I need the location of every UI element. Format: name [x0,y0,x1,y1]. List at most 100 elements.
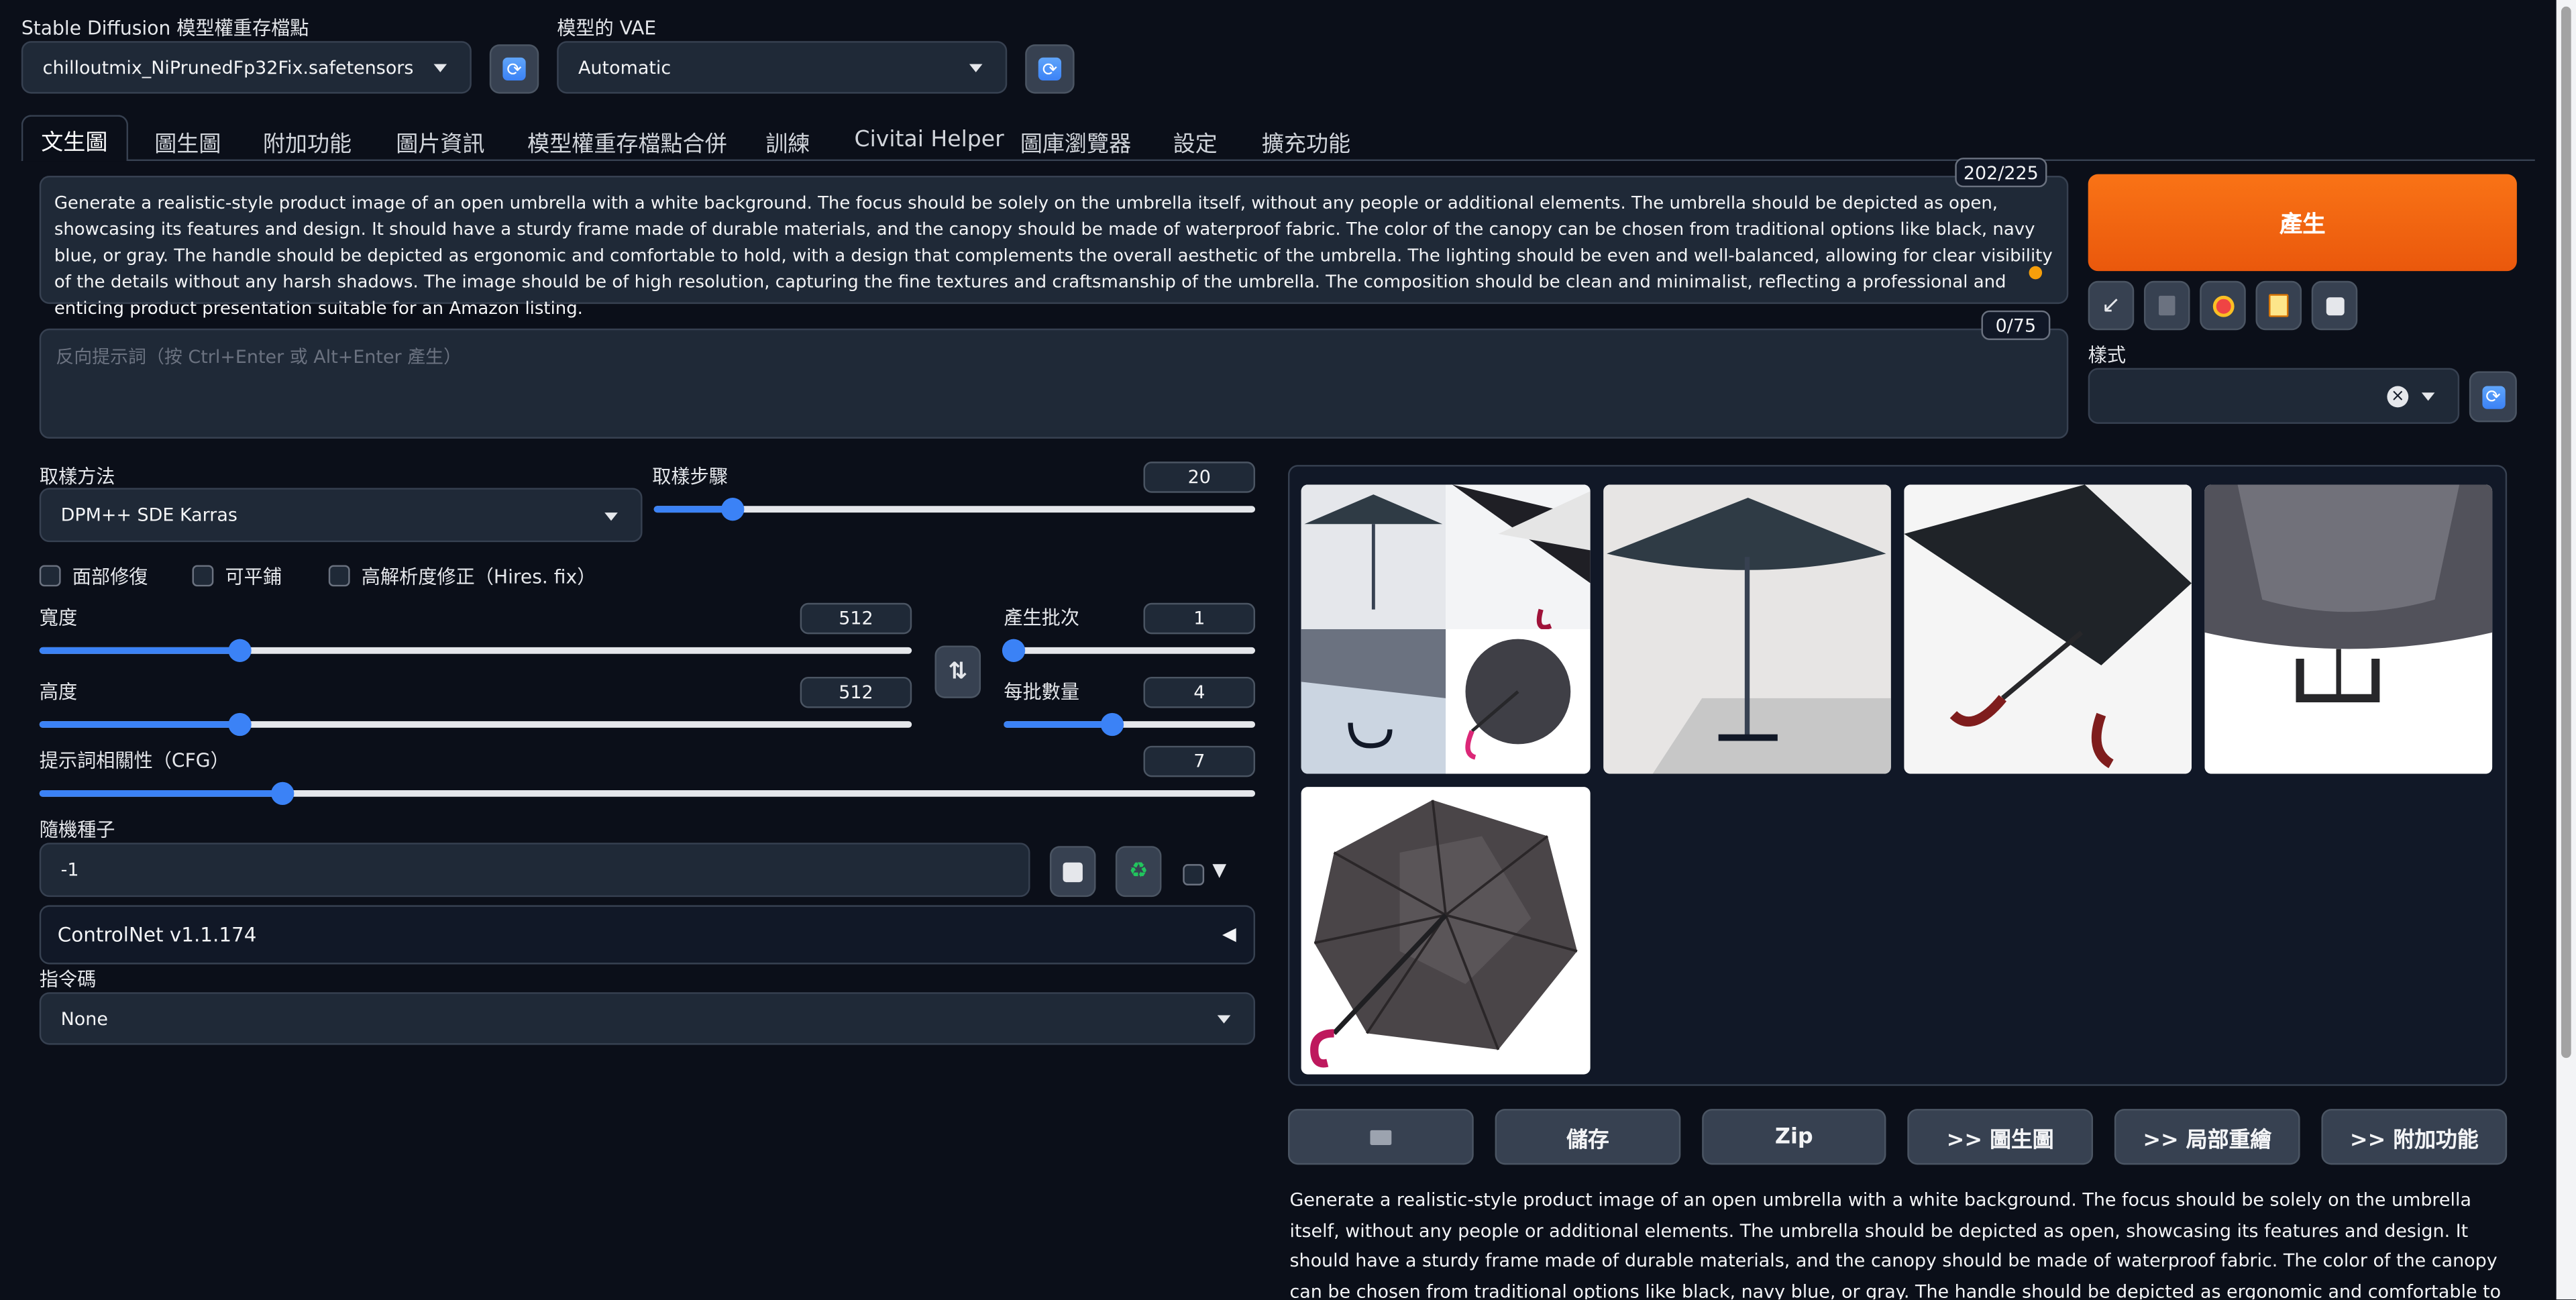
chevron-down-icon [2421,392,2435,401]
cfg-slider[interactable] [39,781,1256,806]
vae-select[interactable]: Automatic [557,41,1008,94]
umbrella-underside-picture [1310,800,1578,1068]
tab-civitai-helper[interactable]: Civitai Helper [854,127,1004,153]
tab-txt2img[interactable]: 文生圖 [21,115,127,162]
refresh-icon: ⟳ [2481,385,2505,409]
folder-icon [1370,1129,1392,1144]
tab-png-info[interactable]: 圖片資訊 [396,125,484,158]
restore-faces-checkbox[interactable] [39,565,61,587]
reuse-seed-button[interactable]: ♻ [1115,846,1162,898]
save-button[interactable]: 儲存 [1495,1109,1681,1165]
umbrella-underside-image[interactable] [1301,787,1591,1075]
tab-img2img[interactable]: 圖生圖 [154,125,221,158]
vae-value: Automatic [578,56,672,78]
script-select[interactable]: None [39,992,1256,1045]
restore-faces-label: 面部修復 [72,565,148,588]
styles-select[interactable]: × [2088,368,2460,424]
tab-extras[interactable]: 附加功能 [263,125,352,158]
checkpoint-select[interactable]: chilloutmix_NiPrunedFp32Fix.safetensors [21,41,472,94]
page-scrollbar[interactable] [2556,0,2576,1300]
tiling-checkbox[interactable] [192,565,214,587]
chevron-down-icon [604,511,618,521]
clear-icon[interactable]: × [2387,386,2409,408]
batch-count-input[interactable]: 1 [1143,602,1256,635]
slider-thumb[interactable] [228,712,252,737]
width-input[interactable]: 512 [800,602,912,635]
sampling-steps-slider[interactable] [653,498,1256,521]
hires-fix-checkbox[interactable] [328,565,350,587]
refresh-icon: ⟳ [1038,57,1062,81]
red-dot-icon [2215,298,2231,313]
trash-icon [2158,295,2176,316]
zip-button[interactable]: Zip [1702,1109,1886,1165]
extra-seed-checkbox[interactable] [1183,864,1205,886]
slider-thumb[interactable] [228,639,252,662]
generate-button[interactable]: 產生 [2088,174,2517,272]
negative-prompt-placeholder: 反向提示詞（按 Ctrl+Enter 或 Alt+Enter 產生） [56,346,462,368]
height-slider[interactable] [39,712,912,737]
seed-label: 隨機種子 [39,818,115,841]
send-to-inpaint-button[interactable]: >> 局部重繪 [2114,1109,2300,1165]
script-value: None [60,1008,108,1030]
umbrella-grid-image[interactable] [1301,484,1591,774]
random-seed-button[interactable] [1049,846,1096,898]
sampling-steps-input[interactable]: 20 [1143,462,1256,493]
send-to-img2img-button[interactable]: >> 圖生圖 [1907,1109,2094,1165]
tab-checkpoint-merger[interactable]: 模型權重存檔點合併 [527,125,727,158]
batch-count-slider[interactable] [1002,639,1256,662]
read-params-button[interactable]: ↙ [2088,280,2135,331]
clear-prompt-button[interactable] [2143,280,2190,331]
arrow-down-left-icon: ↙ [2101,292,2121,319]
tab-extensions[interactable]: 擴充功能 [1262,125,1350,158]
styles-refresh-button[interactable]: ⟳ [2469,371,2517,423]
tab-settings[interactable]: 設定 [1173,125,1218,158]
tiling-label: 可平鋪 [225,565,282,588]
tab-train[interactable]: 訓練 [765,125,810,158]
extra-networks-button[interactable] [2200,280,2246,331]
apply-style-button[interactable] [2255,280,2302,331]
slider-thumb[interactable] [1100,712,1124,737]
batch-size-slider[interactable] [1004,712,1256,737]
batch-size-input[interactable]: 4 [1143,676,1256,708]
open-folder-button[interactable] [1288,1109,1474,1165]
status-dot-icon [2029,266,2043,280]
checkpoint-label: Stable Diffusion 模型權重存檔點 [21,16,309,40]
scrollbar-thumb[interactable] [2561,6,2571,1059]
send-to-extras-button[interactable]: >> 附加功能 [2321,1109,2508,1165]
swap-dimensions-button[interactable]: ⇅ [934,645,981,698]
slider-thumb[interactable] [271,781,294,806]
styles-label: 樣式 [2088,343,2127,367]
chevron-down-icon [433,64,447,72]
triangle-down-icon[interactable]: ▼ [1212,859,1226,881]
swap-vertical-icon: ⇅ [948,659,968,686]
save-style-button[interactable] [2311,280,2358,331]
prompt-text: Generate a realistic-style product image… [54,193,2053,319]
controlnet-accordion[interactable]: ControlNet v1.1.174 ◀ [39,905,1256,965]
negative-token-counter: 0/75 [1981,310,2051,340]
vae-refresh-button[interactable]: ⟳ [1025,44,1075,94]
tab-image-browser[interactable]: 圖庫瀏覽器 [1020,125,1131,158]
checkpoint-refresh-button[interactable]: ⟳ [489,44,539,94]
chevron-down-icon [969,64,983,72]
hires-fix-label: 高解析度修正（Hires. fix） [361,565,596,588]
clipboard-icon [2269,294,2289,317]
height-input[interactable]: 512 [800,676,912,708]
prompt-textarea[interactable]: Generate a realistic-style product image… [39,176,2069,319]
script-label: 指令碼 [39,967,97,991]
save-icon [2325,296,2344,315]
width-slider[interactable] [39,639,912,662]
negative-prompt-textarea[interactable]: 反向提示詞（按 Ctrl+Enter 或 Alt+Enter 產生） [39,328,2069,439]
umbrella-closeup-image[interactable] [2204,484,2493,774]
tabs-divider [21,159,2535,162]
umbrella-angled-image[interactable] [1904,484,2192,774]
cfg-input[interactable]: 7 [1143,745,1256,777]
umbrella-patio-picture [1603,484,1891,774]
vae-label: 模型的 VAE [557,16,657,40]
seed-input[interactable]: -1 [39,843,1030,898]
slider-thumb[interactable] [720,498,744,521]
slider-thumb[interactable] [1002,639,1026,662]
checkpoint-value: chilloutmix_NiPrunedFp32Fix.safetensors [42,56,414,78]
umbrella-patio-image[interactable] [1603,484,1891,774]
batch-size-label: 每批數量 [1004,680,1079,704]
sampling-method-select[interactable]: DPM++ SDE Karras [39,488,643,543]
